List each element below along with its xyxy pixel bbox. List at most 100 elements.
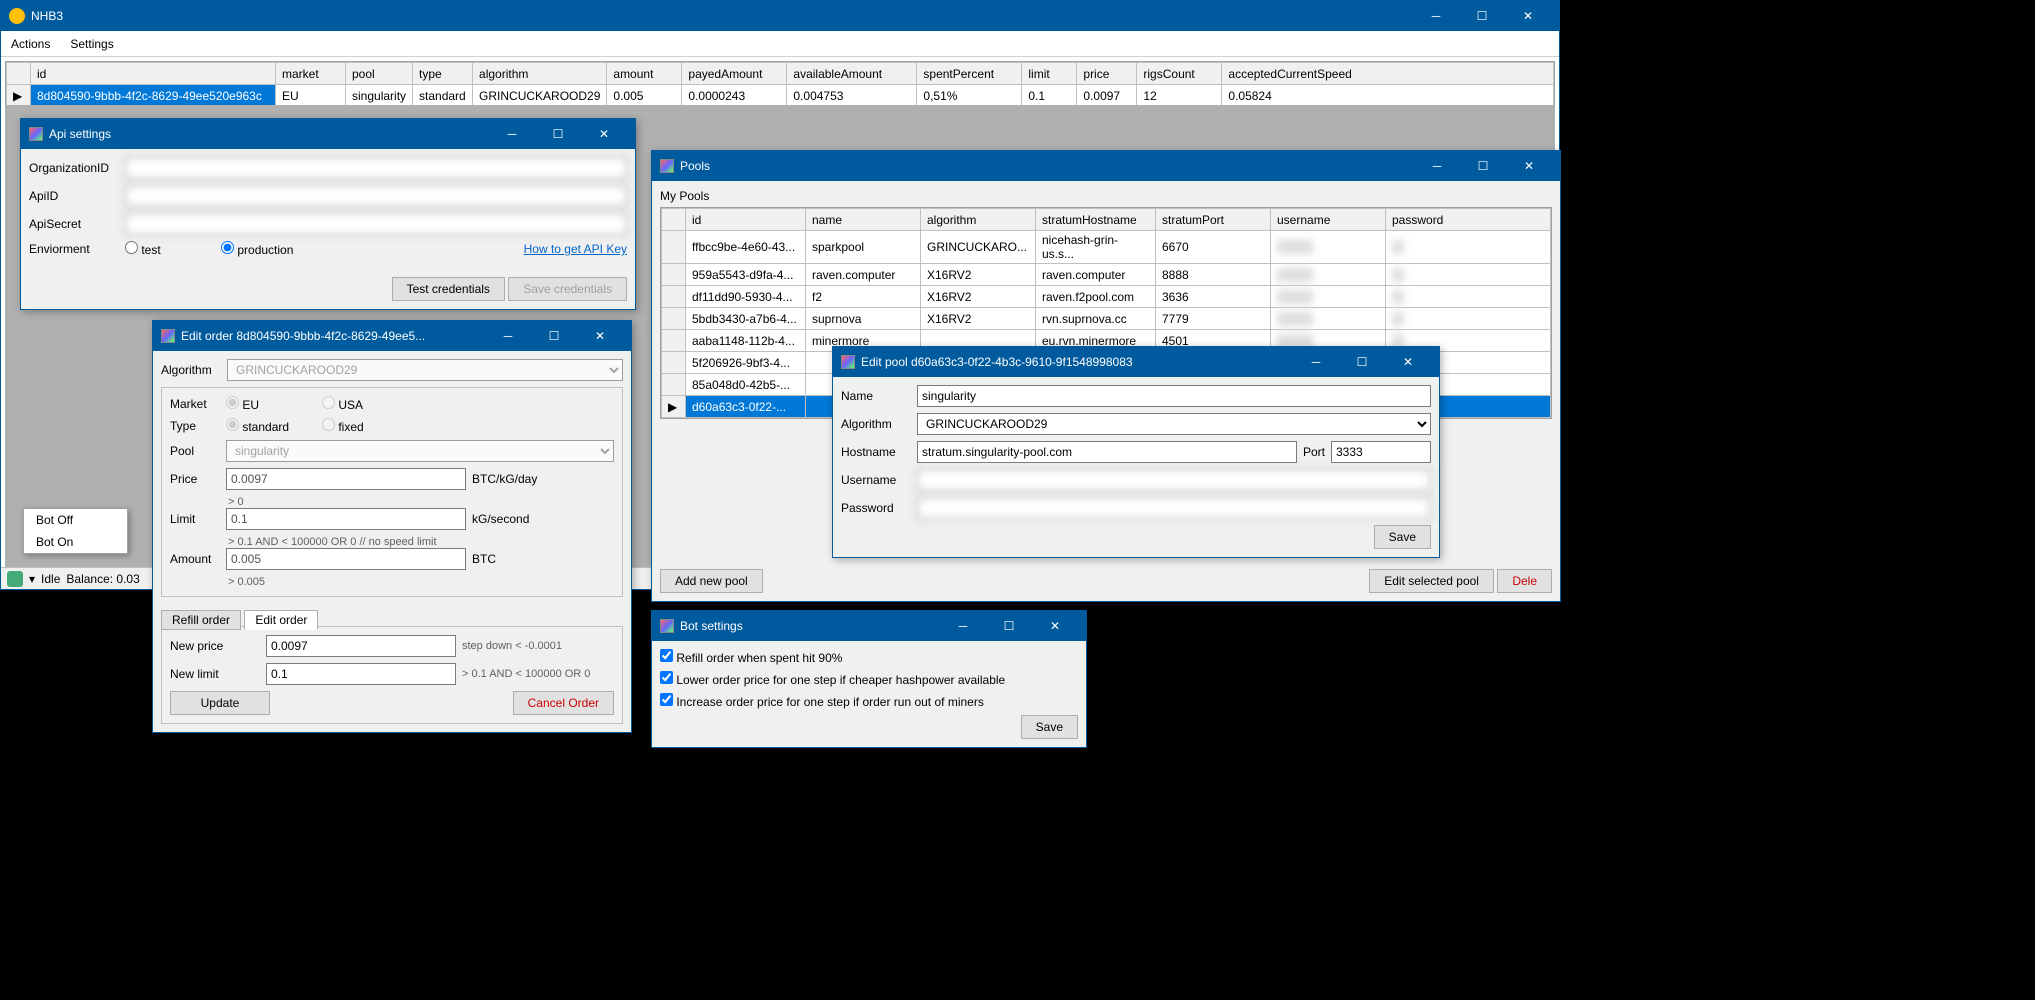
pool-port-input[interactable] xyxy=(1331,441,1431,463)
market-eu[interactable]: EU xyxy=(226,396,316,412)
api-settings-window: Api settings ─ ☐ ✕ OrganizationID ApiID … xyxy=(20,118,636,310)
editpool-maximize[interactable]: ☐ xyxy=(1339,347,1385,377)
apiid-input[interactable] xyxy=(125,185,627,207)
pool-select[interactable]: singularity xyxy=(226,440,614,462)
update-button[interactable]: Update xyxy=(170,691,270,715)
api-maximize[interactable]: ☐ xyxy=(535,119,581,149)
bot-minimize[interactable]: ─ xyxy=(940,611,986,641)
menubar: Actions Settings xyxy=(1,31,1559,57)
editpool-close[interactable]: ✕ xyxy=(1385,347,1431,377)
close-button[interactable]: ✕ xyxy=(1505,1,1551,31)
type-standard[interactable]: standard xyxy=(226,418,316,434)
env-prod-option[interactable]: production xyxy=(221,241,311,257)
menu-actions[interactable]: Actions xyxy=(11,37,50,51)
newlimit-input[interactable] xyxy=(266,663,456,685)
test-credentials-button[interactable]: Test credentials xyxy=(392,277,505,301)
editorder-title: Edit order 8d804590-9bbb-4f2c-8629-49ee5… xyxy=(181,329,425,343)
check-lower[interactable]: Lower order price for one step if cheape… xyxy=(660,671,1005,687)
col-limit[interactable]: limit xyxy=(1022,63,1077,85)
label-apisecret: ApiSecret xyxy=(29,217,119,231)
pools-label: My Pools xyxy=(660,189,1552,203)
col-rigsCount[interactable]: rigsCount xyxy=(1137,63,1222,85)
api-titlebar[interactable]: Api settings ─ ☐ ✕ xyxy=(21,119,635,149)
api-minimize[interactable]: ─ xyxy=(489,119,535,149)
editorder-titlebar[interactable]: Edit order 8d804590-9bbb-4f2c-8629-49ee5… xyxy=(153,321,631,351)
org-input[interactable] xyxy=(125,157,627,179)
pool-row[interactable]: 959a5543-d9fa-4... raven.computer X16RV2… xyxy=(662,264,1551,286)
orders-grid[interactable]: id market pool type algorithm amount pay… xyxy=(5,61,1555,108)
bot-title: Bot settings xyxy=(680,619,743,633)
col-amount[interactable]: amount xyxy=(607,63,682,85)
status-idle: Idle xyxy=(41,572,60,586)
pools-titlebar[interactable]: Pools ─ ☐ ✕ xyxy=(652,151,1560,181)
pools-maximize[interactable]: ☐ xyxy=(1460,151,1506,181)
type-fixed[interactable]: fixed xyxy=(322,418,412,434)
form-icon xyxy=(660,619,674,633)
col-type[interactable]: type xyxy=(413,63,473,85)
check-increase[interactable]: Increase order price for one step if ord… xyxy=(660,693,984,709)
amount-input[interactable] xyxy=(226,548,466,570)
minimize-button[interactable]: ─ xyxy=(1413,1,1459,31)
bot-settings-window: Bot settings ─ ☐ ✕ Refill order when spe… xyxy=(651,610,1087,748)
refill-tab[interactable]: Refill order xyxy=(161,610,241,630)
col-spentPercent[interactable]: spentPercent xyxy=(917,63,1022,85)
form-icon xyxy=(660,159,674,173)
col-market[interactable]: market xyxy=(276,63,346,85)
price-input[interactable] xyxy=(226,468,466,490)
pool-algo-select[interactable]: GRINCUCKAROOD29 xyxy=(917,413,1431,435)
col-payedAmount[interactable]: payedAmount xyxy=(682,63,787,85)
col-pool[interactable]: pool xyxy=(346,63,413,85)
api-close[interactable]: ✕ xyxy=(581,119,627,149)
form-icon xyxy=(29,127,43,141)
pools-close[interactable]: ✕ xyxy=(1506,151,1552,181)
pool-row[interactable]: df11dd90-5930-4... f2 X16RV2 raven.f2poo… xyxy=(662,286,1551,308)
editpool-minimize[interactable]: ─ xyxy=(1293,347,1339,377)
menu-bot-off[interactable]: Bot Off xyxy=(24,509,127,531)
menu-bot-on[interactable]: Bot On xyxy=(24,531,127,553)
label-apiid: ApiID xyxy=(29,189,119,203)
main-titlebar[interactable]: NHB3 ─ ☐ ✕ xyxy=(1,1,1559,31)
pool-password-input[interactable] xyxy=(917,497,1431,519)
algorithm-select[interactable]: GRINCUCKAROOD29 xyxy=(227,359,623,381)
bot-maximize[interactable]: ☐ xyxy=(986,611,1032,641)
editpool-title: Edit pool d60a63c3-0f22-4b3c-9610-9f1548… xyxy=(861,355,1133,369)
limit-input[interactable] xyxy=(226,508,466,530)
editorder-close[interactable]: ✕ xyxy=(577,321,623,351)
pool-hostname-input[interactable] xyxy=(917,441,1297,463)
col-id[interactable]: id xyxy=(31,63,276,85)
order-row[interactable]: ▶ 8d804590-9bbb-4f2c-8629-49ee520e963c E… xyxy=(7,85,1554,107)
pool-row[interactable]: ffbcc9be-4e60-43... sparkpool GRINCUCKAR… xyxy=(662,231,1551,264)
col-algorithm[interactable]: algorithm xyxy=(473,63,607,85)
api-help-link[interactable]: How to get API Key xyxy=(524,242,627,256)
pool-name-input[interactable] xyxy=(917,385,1431,407)
delete-pool-button[interactable]: Dele xyxy=(1497,569,1552,593)
edit-tab[interactable]: Edit order xyxy=(244,610,318,630)
editorder-maximize[interactable]: ☐ xyxy=(531,321,577,351)
pools-minimize[interactable]: ─ xyxy=(1414,151,1460,181)
pool-username-input[interactable] xyxy=(917,469,1431,491)
save-pool-button[interactable]: Save xyxy=(1374,525,1431,549)
menu-settings[interactable]: Settings xyxy=(70,37,113,51)
check-refill[interactable]: Refill order when spent hit 90% xyxy=(660,649,842,665)
robot-icon xyxy=(7,571,23,587)
status-dropdown-icon[interactable]: ▾ xyxy=(29,572,35,586)
apisecret-input[interactable] xyxy=(125,213,627,235)
bot-titlebar[interactable]: Bot settings ─ ☐ ✕ xyxy=(652,611,1086,641)
bot-close[interactable]: ✕ xyxy=(1032,611,1078,641)
bot-save-button[interactable]: Save xyxy=(1021,715,1078,739)
env-test-option[interactable]: test xyxy=(125,241,215,257)
pool-row[interactable]: 5bdb3430-a7b6-4... suprnova X16RV2 rvn.s… xyxy=(662,308,1551,330)
edit-pool-button[interactable]: Edit selected pool xyxy=(1369,569,1494,593)
add-pool-button[interactable]: Add new pool xyxy=(660,569,763,593)
col-price[interactable]: price xyxy=(1077,63,1137,85)
edit-pool-window: Edit pool d60a63c3-0f22-4b3c-9610-9f1548… xyxy=(832,346,1440,558)
editorder-minimize[interactable]: ─ xyxy=(485,321,531,351)
maximize-button[interactable]: ☐ xyxy=(1459,1,1505,31)
editpool-titlebar[interactable]: Edit pool d60a63c3-0f22-4b3c-9610-9f1548… xyxy=(833,347,1439,377)
col-availableAmount[interactable]: availableAmount xyxy=(787,63,917,85)
col-acceptedCurrentSpeed[interactable]: acceptedCurrentSpeed xyxy=(1222,63,1554,85)
save-credentials-button[interactable]: Save credentials xyxy=(508,277,627,301)
newprice-input[interactable] xyxy=(266,635,456,657)
cancel-order-button[interactable]: Cancel Order xyxy=(513,691,614,715)
market-usa[interactable]: USA xyxy=(322,396,412,412)
